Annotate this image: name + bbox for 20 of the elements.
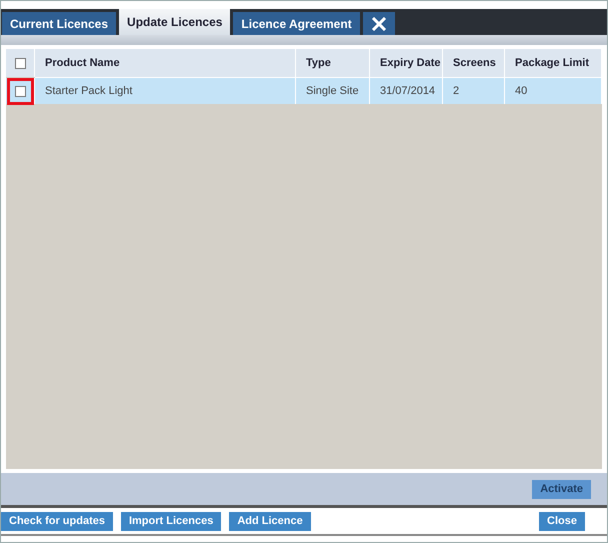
table-cell: 40	[505, 78, 602, 104]
checkbox[interactable]	[14, 58, 26, 68]
table-cell: Single Site	[296, 78, 370, 104]
column-header: Type	[296, 49, 370, 78]
tab[interactable]: Licence Agreement	[233, 12, 360, 35]
column-header: Expiry Date	[370, 49, 443, 78]
footer-button[interactable]: Close	[539, 512, 585, 530]
tab[interactable]: Update Licences	[119, 9, 230, 35]
column-header: Screens	[443, 49, 505, 78]
column-header: Product Name	[35, 49, 296, 78]
footer-button[interactable]: Check for updates	[1, 512, 113, 530]
footer-button[interactable]: Import Licences	[120, 512, 222, 530]
column-header: Package Limit	[505, 49, 602, 78]
checkbox[interactable]	[14, 86, 26, 96]
tab[interactable]: Current Licences	[2, 12, 116, 35]
footer-button[interactable]: Add Licence	[229, 512, 311, 530]
table-cell: Starter Pack Light	[35, 78, 296, 104]
table-cell: 31/07/2014	[370, 78, 443, 104]
table-cell: 2	[443, 78, 505, 104]
tab[interactable]	[362, 12, 395, 35]
